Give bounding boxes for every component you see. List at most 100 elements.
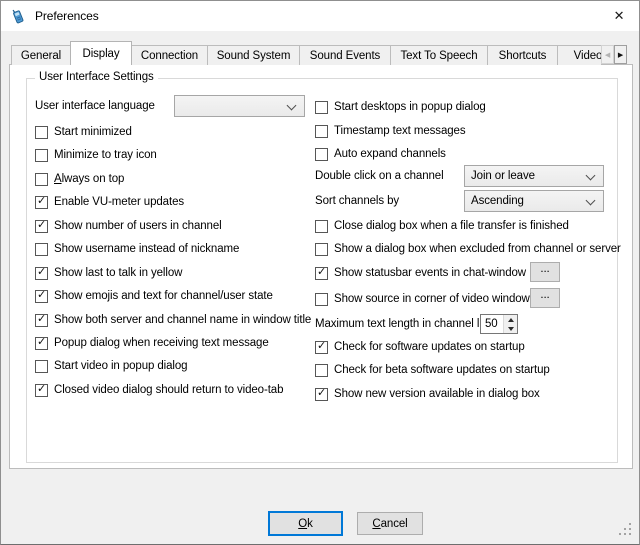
checkbox[interactable]: ✓: [35, 243, 48, 256]
checkbox[interactable]: ✓: [35, 360, 48, 373]
checkbox-close-on-file-transfer[interactable]: ✓ Close dialog box when a file transfer …: [315, 218, 569, 234]
language-select[interactable]: [174, 95, 305, 117]
checkbox[interactable]: ✓: [35, 267, 48, 280]
check-icon: ✓: [317, 388, 326, 399]
checkbox-excluded-dialog[interactable]: ✓ Show a dialog box when excluded from c…: [315, 241, 621, 257]
checkbox-video-source-corner[interactable]: ✓ Show source in corner of video window: [315, 291, 530, 307]
check-icon: ✓: [37, 196, 46, 207]
sort-channels-select[interactable]: Ascending: [464, 190, 604, 212]
app-icon: [10, 8, 26, 24]
checkbox[interactable]: ✓: [35, 384, 48, 397]
checkbox[interactable]: ✓: [35, 290, 48, 303]
sort-channels-value: Ascending: [471, 195, 524, 207]
checkbox[interactable]: ✓: [35, 126, 48, 139]
checkbox-auto-expand-channels[interactable]: ✓ Auto expand channels: [315, 146, 446, 162]
checkbox[interactable]: ✓: [315, 220, 328, 233]
video-source-browse-button[interactable]: ...: [530, 288, 560, 308]
sort-channels-label-row: Sort channels by: [315, 193, 399, 209]
checkbox-statusbar-events[interactable]: ✓ Show statusbar events in chat-window: [315, 265, 526, 281]
tab-text-to-speech[interactable]: Text To Speech: [390, 45, 488, 65]
checkbox-closed-video-return[interactable]: ✓ Closed video dialog should return to v…: [35, 382, 283, 398]
resize-grip[interactable]: [619, 523, 621, 525]
checkbox[interactable]: ✓: [315, 388, 328, 401]
checkbox[interactable]: ✓: [315, 125, 328, 138]
statusbar-events-browse-button[interactable]: ...: [530, 262, 560, 282]
check-icon: ✓: [317, 267, 326, 278]
group-title: User Interface Settings: [35, 71, 158, 83]
tab-scroll-right-button[interactable]: ▶: [614, 45, 627, 64]
checkbox[interactable]: ✓: [35, 196, 48, 209]
title-bar[interactable]: Preferences ✕: [1, 1, 639, 31]
check-icon: ✓: [37, 337, 46, 348]
preferences-dialog: Preferences ✕ General Display Connection…: [0, 0, 640, 545]
double-click-label: Double click on a channel: [315, 169, 444, 183]
sort-channels-label: Sort channels by: [315, 194, 399, 208]
chevron-down-icon: [586, 171, 596, 181]
tab-sound-system[interactable]: Sound System: [207, 45, 300, 65]
cancel-button[interactable]: Cancel: [357, 512, 423, 535]
language-label-row: User interface language: [35, 98, 155, 114]
checkbox[interactable]: ✓: [35, 149, 48, 162]
checkbox[interactable]: ✓: [35, 337, 48, 350]
checkbox[interactable]: ✓: [315, 148, 328, 161]
checkbox[interactable]: ✓: [315, 364, 328, 377]
chevron-down-icon: [287, 101, 297, 111]
double-click-label-row: Double click on a channel: [315, 168, 444, 184]
chevron-down-icon: [586, 196, 596, 206]
max-text-length-spinner[interactable]: 50: [480, 314, 518, 334]
tab-shortcuts[interactable]: Shortcuts: [487, 45, 558, 65]
checkbox[interactable]: ✓: [35, 220, 48, 233]
checkbox-last-to-talk-yellow[interactable]: ✓ Show last to talk in yellow: [35, 265, 182, 281]
max-text-length-value: 50: [481, 315, 503, 333]
check-icon: ✓: [37, 314, 46, 325]
max-text-length-label-row: Maximum text length in channel list: [315, 316, 490, 332]
checkbox[interactable]: ✓: [35, 314, 48, 327]
checkbox-show-emojis[interactable]: ✓ Show emojis and text for channel/user …: [35, 288, 273, 304]
double-click-select[interactable]: Join or leave: [464, 165, 604, 187]
check-icon: ✓: [37, 290, 46, 301]
checkbox-check-updates[interactable]: ✓ Check for software updates on startup: [315, 339, 525, 355]
max-text-length-label: Maximum text length in channel list: [315, 317, 490, 331]
checkbox-always-on-top[interactable]: ✓ Always on top: [35, 171, 124, 187]
check-icon: ✓: [37, 267, 46, 278]
checkbox[interactable]: ✓: [315, 101, 328, 114]
checkbox-timestamp-messages[interactable]: ✓ Timestamp text messages: [315, 123, 465, 139]
check-icon: ✓: [37, 220, 46, 231]
checkbox-server-channel-in-title[interactable]: ✓ Show both server and channel name in w…: [35, 312, 311, 328]
checkbox-start-desktops-popup[interactable]: ✓ Start desktops in popup dialog: [315, 99, 486, 115]
tab-sound-events[interactable]: Sound Events: [299, 45, 391, 65]
scroll-left-icon: ◀: [605, 51, 610, 59]
check-icon: ✓: [317, 341, 326, 352]
tab-general[interactable]: General: [11, 45, 71, 65]
checkbox[interactable]: ✓: [35, 173, 48, 186]
tab-display[interactable]: Display: [70, 41, 132, 65]
checkbox-popup-text-message[interactable]: ✓ Popup dialog when receiving text messa…: [35, 335, 269, 351]
checkbox[interactable]: ✓: [315, 293, 328, 306]
checkbox[interactable]: ✓: [315, 267, 328, 280]
spin-down-button[interactable]: [504, 324, 517, 333]
checkbox-minimize-to-tray[interactable]: ✓ Minimize to tray icon: [35, 147, 157, 163]
checkbox[interactable]: ✓: [315, 341, 328, 354]
close-icon: ✕: [614, 8, 625, 24]
checkbox-username-instead-of-nickname[interactable]: ✓ Show username instead of nickname: [35, 241, 239, 257]
checkbox-start-minimized[interactable]: ✓ Start minimized: [35, 124, 132, 140]
tab-scroll-left-button[interactable]: ◀: [601, 45, 614, 64]
spin-up-button[interactable]: [504, 315, 517, 324]
checkbox[interactable]: ✓: [315, 243, 328, 256]
tab-bar: General Display Connection Sound System …: [11, 40, 601, 65]
window-title: Preferences: [35, 9, 99, 23]
checkbox-video-popup-dialog[interactable]: ✓ Start video in popup dialog: [35, 358, 187, 374]
checkbox-check-beta-updates[interactable]: ✓ Check for beta software updates on sta…: [315, 362, 550, 378]
checkbox-show-number-of-users[interactable]: ✓ Show number of users in channel: [35, 218, 222, 234]
display-tab-page: User Interface Settings User interface l…: [9, 64, 633, 469]
language-label: User interface language: [35, 99, 155, 113]
check-icon: ✓: [37, 384, 46, 395]
ok-button[interactable]: Ok: [268, 511, 343, 536]
close-button[interactable]: ✕: [599, 1, 639, 31]
tab-video[interactable]: Video: [557, 45, 601, 65]
scroll-right-icon: ▶: [618, 51, 623, 59]
double-click-value: Join or leave: [471, 170, 535, 182]
checkbox-new-version-dialog[interactable]: ✓ Show new version available in dialog b…: [315, 386, 540, 402]
tab-connection[interactable]: Connection: [131, 45, 208, 65]
checkbox-vu-meter-updates[interactable]: ✓ Enable VU-meter updates: [35, 194, 184, 210]
